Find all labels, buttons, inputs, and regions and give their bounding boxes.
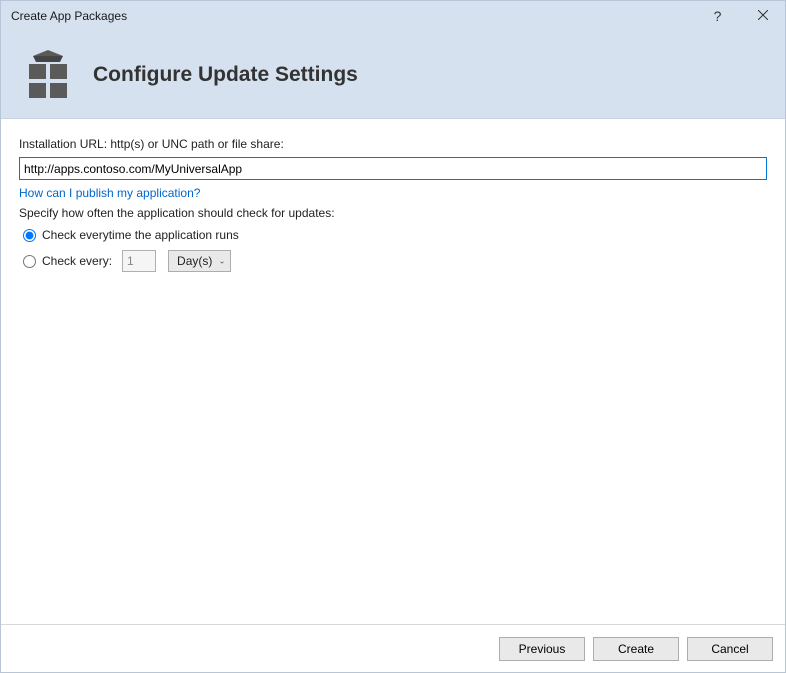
titlebar: Create App Packages ? xyxy=(1,1,785,31)
cancel-button[interactable]: Cancel xyxy=(687,637,773,661)
chevron-down-icon: ⌄ xyxy=(219,257,226,266)
close-button[interactable] xyxy=(740,1,785,31)
radio-everytime[interactable] xyxy=(23,229,36,242)
radio-row-every: Check every: Day(s) ⌄ xyxy=(19,250,767,272)
specify-label: Specify how often the application should… xyxy=(19,206,767,220)
window-title: Create App Packages xyxy=(11,9,127,23)
interval-input[interactable] xyxy=(122,250,156,272)
interval-unit-dropdown[interactable]: Day(s) ⌄ xyxy=(168,250,231,272)
url-label: Installation URL: http(s) or UNC path or… xyxy=(19,137,767,151)
page-heading: Configure Update Settings xyxy=(93,63,358,87)
installation-url-input[interactable] xyxy=(19,157,767,180)
close-icon xyxy=(758,9,768,23)
interval-unit-label: Day(s) xyxy=(177,254,212,268)
header-banner: Configure Update Settings xyxy=(1,31,785,119)
help-button[interactable]: ? xyxy=(695,1,740,31)
previous-button[interactable]: Previous xyxy=(499,637,585,661)
create-button[interactable]: Create xyxy=(593,637,679,661)
radio-every-label: Check every: xyxy=(42,254,112,268)
radio-every[interactable] xyxy=(23,255,36,268)
content-area: Installation URL: http(s) or UNC path or… xyxy=(1,119,785,272)
package-icon xyxy=(23,48,73,101)
radio-everytime-label: Check everytime the application runs xyxy=(42,228,239,242)
radio-row-everytime: Check everytime the application runs xyxy=(19,228,767,242)
publish-help-link[interactable]: How can I publish my application? xyxy=(19,186,200,200)
footer: Previous Create Cancel xyxy=(1,624,785,672)
